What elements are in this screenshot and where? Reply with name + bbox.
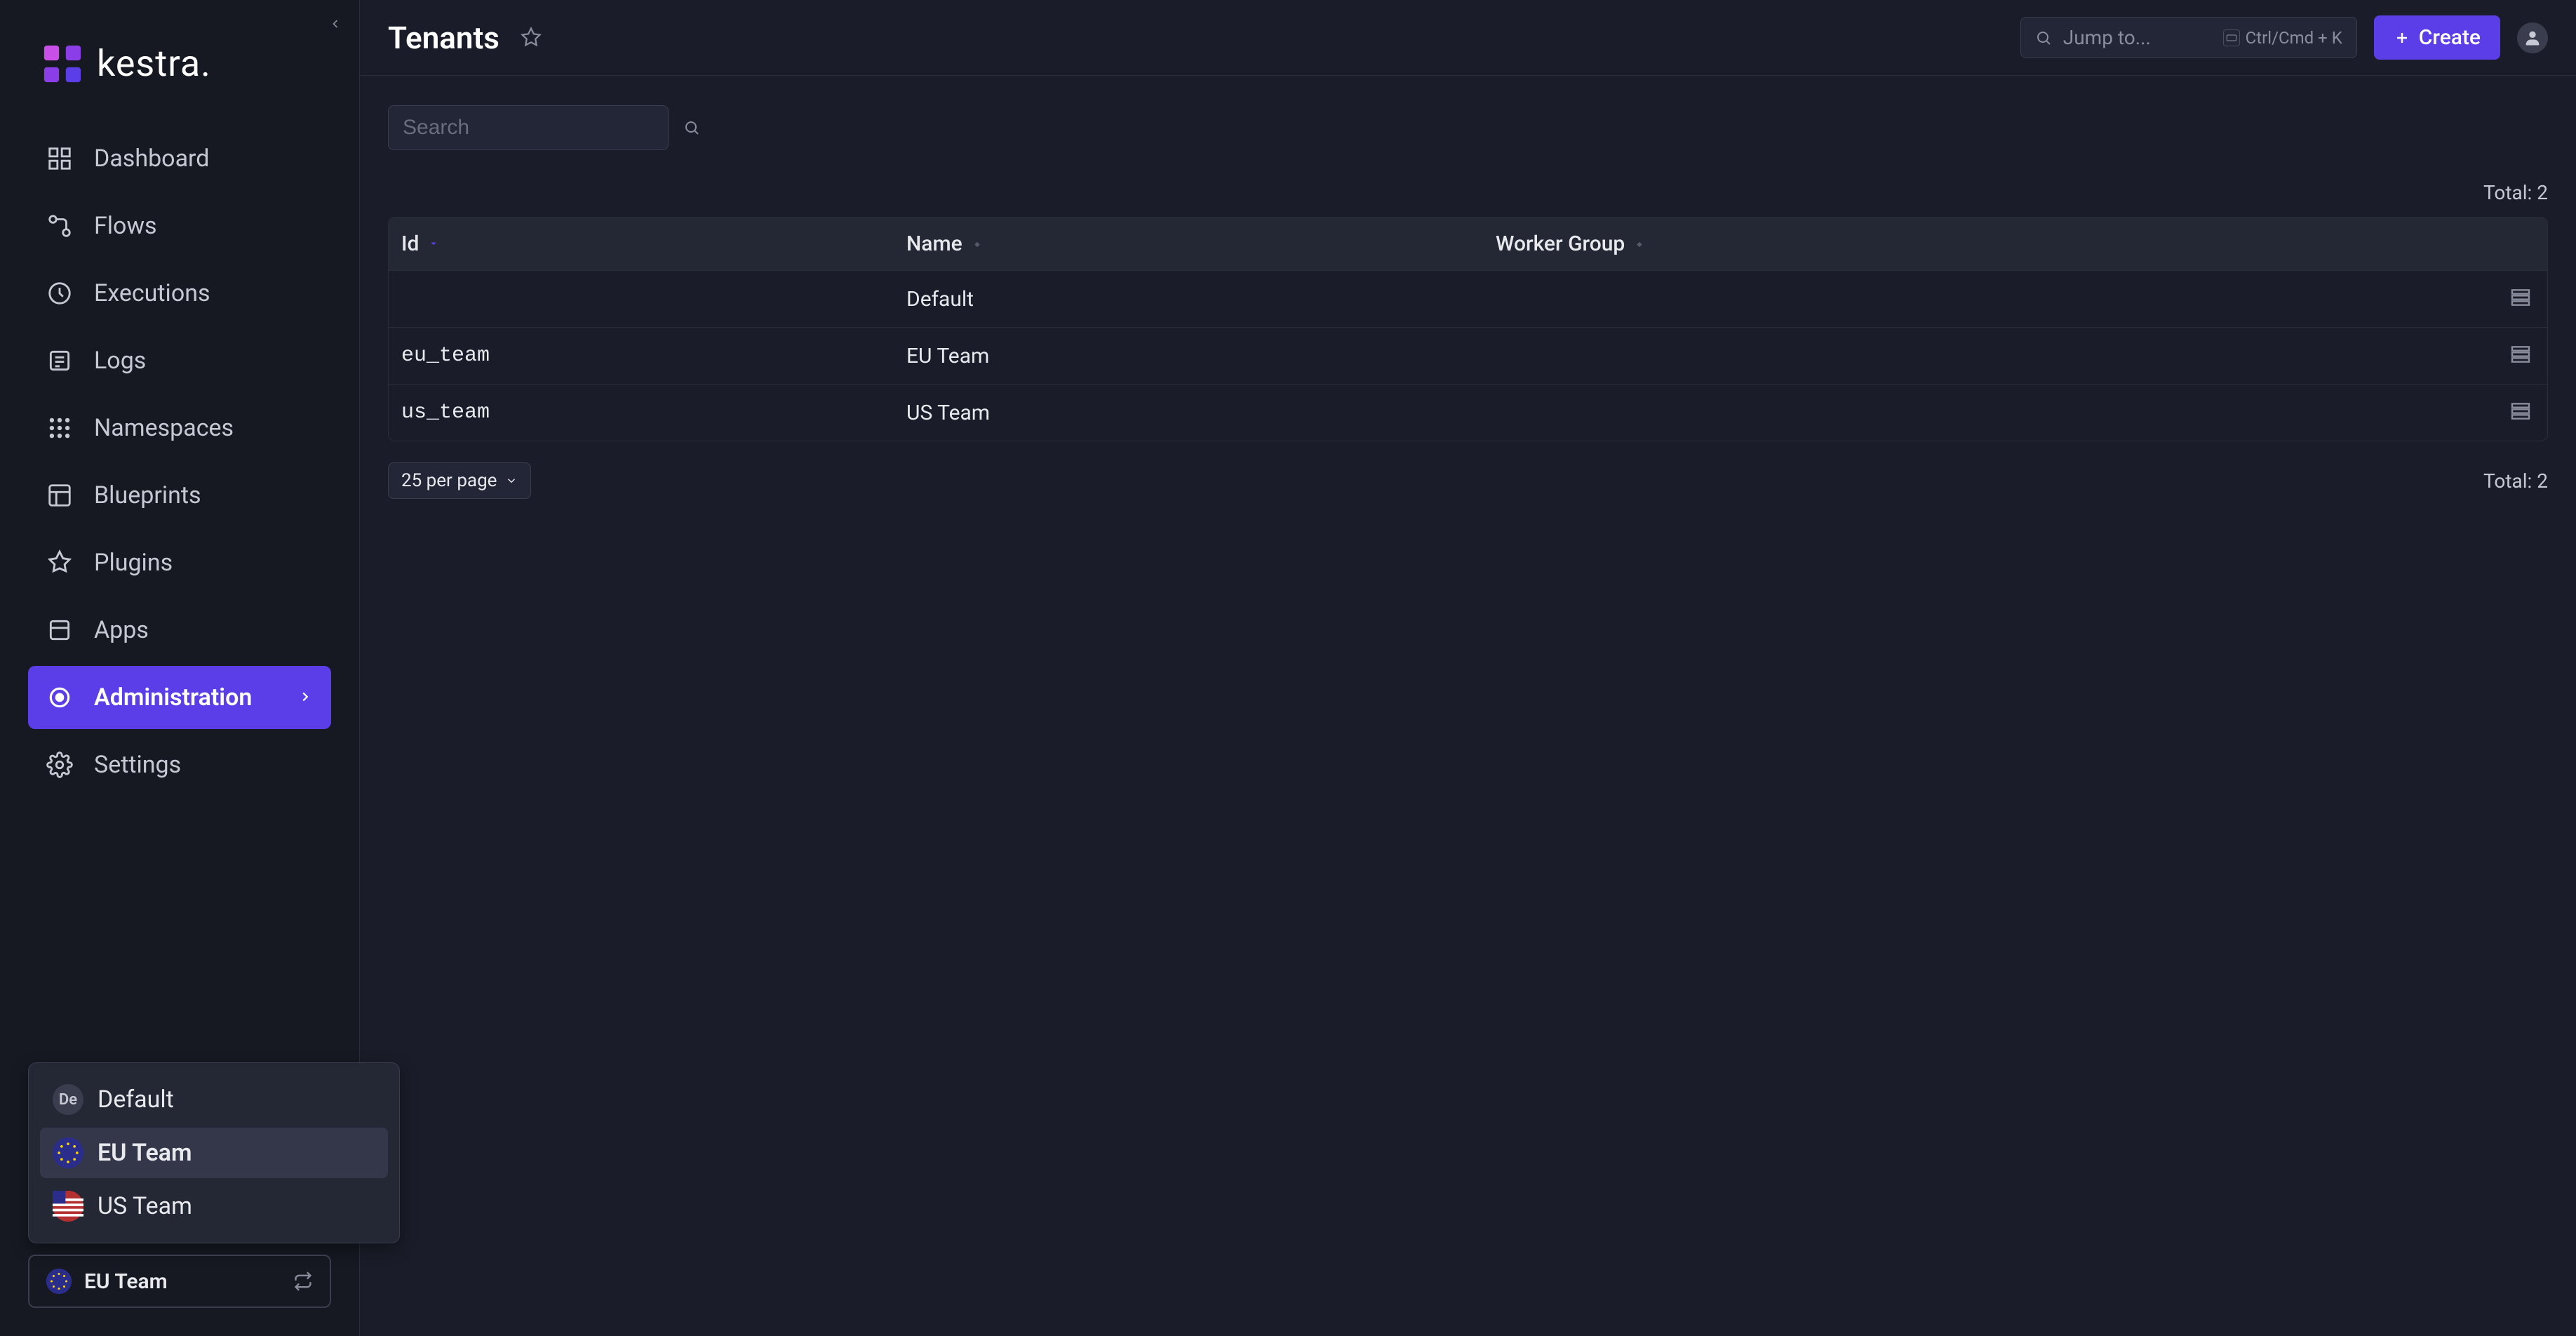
cell-name: US Team [906,401,1496,425]
column-header-name[interactable]: Name [906,232,1496,256]
total-count-bottom: Total: 2 [2483,469,2548,493]
sidebar-item-label: Executions [94,279,210,307]
chevron-right-icon [297,689,314,706]
executions-icon [45,279,74,308]
brand-logo[interactable]: kestra. [0,0,359,127]
sidebar-item-flows[interactable]: Flows [28,194,331,258]
sidebar-item-label: Dashboard [94,145,209,173]
tenant-switcher-popup: De Default EU Team US Team [28,1062,400,1243]
tenant-avatar-icon [53,1191,83,1222]
cell-name: EU Team [906,344,1496,368]
sidebar-item-logs[interactable]: Logs [28,329,331,392]
user-icon [2523,28,2542,48]
search-icon [683,119,700,136]
keyboard-icon [2223,29,2240,46]
cell-name: Default [906,287,1496,312]
tenant-option-us-team[interactable]: US Team [40,1181,388,1231]
namespaces-icon [45,413,74,443]
dashboard-icon [45,144,74,173]
sidebar-nav: Dashboard Flows Executions Logs [0,127,359,796]
tenant-avatar-icon: De [53,1084,83,1115]
sidebar-item-label: Logs [94,347,146,375]
column-header-id[interactable]: Id [401,232,906,256]
tenant-option-eu-team[interactable]: EU Team [40,1128,388,1178]
chevron-left-icon [328,17,342,31]
tenant-option-label: EU Team [98,1139,192,1167]
sidebar-collapse-button[interactable] [324,13,347,35]
cell-id: us_team [401,401,906,425]
sort-icon [1633,237,1647,251]
total-count-top: Total: 2 [388,181,2548,204]
sidebar: kestra. Dashboard Flows Executions [0,0,360,1336]
tenant-avatar-icon [46,1269,72,1294]
table-row[interactable]: us_team US Team [389,385,2547,441]
jump-to-placeholder: Jump to... [2063,26,2212,49]
row-details-button[interactable] [2509,286,2535,312]
row-details-button[interactable] [2509,400,2535,425]
sidebar-item-label: Administration [94,683,252,712]
tenants-table: Id Name Worker Group [388,217,2548,441]
settings-icon [45,750,74,780]
plus-icon [2394,29,2410,46]
sidebar-item-label: Plugins [94,549,173,577]
logs-icon [45,346,74,375]
column-header-label: Name [906,232,962,256]
sidebar-item-executions[interactable]: Executions [28,262,331,325]
page-title: Tenants [388,20,499,56]
topbar: Tenants Jump to... Ctrl/Cmd + K [360,0,2576,76]
table-row[interactable]: Default [389,271,2547,328]
user-menu-button[interactable] [2517,22,2548,53]
sort-icon [971,237,985,251]
blueprints-icon [45,481,74,510]
table-header: Id Name Worker Group [389,218,2547,271]
brand-logo-mark [42,44,83,84]
table-row[interactable]: eu_team EU Team [389,328,2547,385]
sidebar-item-plugins[interactable]: Plugins [28,531,331,594]
sidebar-item-apps[interactable]: Apps [28,599,331,662]
tenant-option-label: US Team [98,1192,192,1220]
jump-to-button[interactable]: Jump to... Ctrl/Cmd + K [2020,17,2357,58]
cell-id: eu_team [401,344,906,368]
sidebar-item-dashboard[interactable]: Dashboard [28,127,331,190]
create-button[interactable]: Create [2374,15,2500,60]
keyboard-shortcut: Ctrl/Cmd + K [2223,28,2342,48]
column-header-label: Id [401,232,419,256]
sidebar-item-label: Blueprints [94,481,201,509]
per-page-label: 25 per page [401,470,497,491]
sidebar-item-blueprints[interactable]: Blueprints [28,464,331,527]
tenant-option-label: Default [98,1086,174,1114]
column-header-label: Worker Group [1496,232,1625,256]
brand-logo-text: kestra. [97,42,211,85]
plugins-icon [45,548,74,577]
per-page-select[interactable]: 25 per page [388,462,531,499]
tenant-switcher-label: EU Team [84,1269,168,1294]
sidebar-item-administration[interactable]: Administration [28,666,331,729]
chevron-down-icon [505,474,518,487]
administration-icon [45,683,74,712]
sidebar-item-label: Flows [94,212,157,240]
row-details-button[interactable] [2509,343,2535,368]
sidebar-item-label: Apps [94,616,149,644]
sidebar-item-label: Settings [94,751,181,779]
tenant-option-default[interactable]: De Default [40,1074,388,1125]
sidebar-item-settings[interactable]: Settings [28,733,331,796]
create-button-label: Create [2419,25,2481,50]
keyboard-shortcut-label: Ctrl/Cmd + K [2246,28,2342,48]
main-content: Tenants Jump to... Ctrl/Cmd + K [360,0,2576,1336]
sidebar-item-label: Namespaces [94,414,234,442]
search-input[interactable] [403,116,673,140]
column-header-worker-group[interactable]: Worker Group [1496,232,2464,256]
favorite-star-button[interactable] [521,27,543,49]
sidebar-item-namespaces[interactable]: Namespaces [28,396,331,460]
apps-icon [45,615,74,645]
swap-icon [293,1271,313,1291]
search-box[interactable] [388,105,669,150]
flows-icon [45,211,74,241]
tenant-avatar-icon [53,1137,83,1168]
tenant-switcher-button[interactable]: EU Team [28,1255,331,1308]
sort-down-icon [427,237,441,251]
search-icon [2035,29,2052,46]
